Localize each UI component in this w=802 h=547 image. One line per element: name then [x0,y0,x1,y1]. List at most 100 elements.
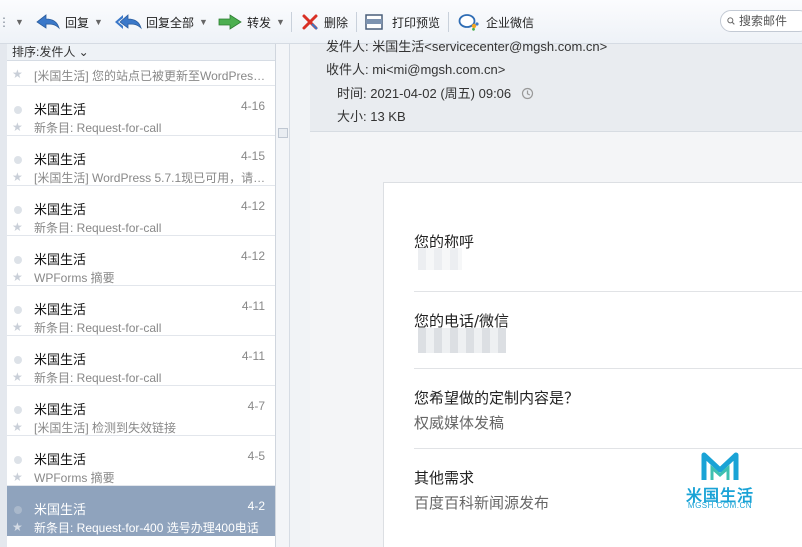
star-icon[interactable]: ★ [12,371,23,383]
wecom-icon [458,14,479,31]
pane-splitter[interactable] [276,44,290,547]
unread-dot [14,306,22,314]
mail-subject: [米国生活] 您的站点已被更新至WordPress ... [34,69,270,83]
mail-subject: 新条目: Request-for-call [34,221,162,235]
star-icon[interactable]: ★ [12,271,23,283]
toolbar-divider [356,12,357,32]
print-preview-button[interactable]: 打印预览 [364,12,440,32]
other-needs-value: 百度百科新闻源发布 [414,494,550,512]
mail-subject: 新条目: Request-for-call [34,371,162,385]
list-item[interactable]: 米国生活 4-16 ★ 新条目: Request-for-call [7,86,275,136]
search-icon [727,17,735,25]
search-box[interactable] [720,10,802,32]
unread-dot [14,406,22,414]
mail-date: 4-11 [241,349,265,363]
from-line: 发件人: 米国生活<servicecenter@mgsh.com.cn> [326,39,608,54]
delete-button[interactable]: 删除 [300,12,348,32]
list-left-edge [0,44,7,547]
unread-dot [14,356,22,364]
chevron-down-icon: ▼ [94,17,103,27]
reply-all-label: 回复全部 [146,15,195,30]
mail-subject: 新条目: Request-for-call [34,321,162,335]
star-icon[interactable]: ★ [12,421,23,433]
mail-list: 排序:发件人 ⌄ ★ [米国生活] 您的站点已被更新至WordPress ...… [0,44,276,547]
mail-subject: WPForms 摘要 [34,471,115,485]
reply-icon [36,14,60,30]
forward-arrow-icon [218,14,242,30]
print-icon [365,14,383,30]
toolbar-divider [291,12,292,32]
mail-date: 4-7 [247,399,265,413]
dots-icon: ⋮ [0,15,10,29]
custom-content-value: 权威媒体发稿 [414,414,505,432]
unread-dot [14,256,22,264]
divider [414,291,802,292]
reply-all-button[interactable]: 回复全部 ▼ [114,12,208,32]
list-item[interactable]: 米国生活 4-12 ★ 新条目: Request-for-call [7,186,275,236]
unread-dot [14,106,22,114]
mail-date: 4-5 [247,449,265,463]
star-icon[interactable]: ★ [12,171,23,183]
to-line: 收件人: mi<mi@mgsh.com.cn> [326,62,506,77]
unread-dot [14,156,22,164]
toolbar-overflow-button[interactable]: ⋮ ▼ [0,12,24,32]
mail-date: 4-12 [240,199,265,213]
forward-button[interactable]: 转发 ▼ [218,12,285,32]
list-item[interactable]: ★ [米国生活] 您的站点已被更新至WordPress ... [7,61,275,86]
message-header: 发件人: 米国生活<servicecenter@mgsh.com.cn> 收件人… [310,39,802,132]
print-preview-label: 打印预览 [392,15,441,30]
history-clock-icon[interactable] [521,87,534,100]
wecom-button[interactable]: 企业微信 [458,12,534,32]
reply-button[interactable]: 回复 ▼ [36,12,103,32]
star-icon[interactable]: ★ [12,521,23,533]
search-input[interactable] [739,14,802,28]
sort-dropdown[interactable]: 排序:发件人 ⌄ [7,44,275,61]
list-item[interactable]: 米国生活 4-5 ★ WPForms 摘要 [7,436,275,486]
list-item[interactable]: 米国生活 4-7 ★ [米国生活] 检测到失效链接 [7,386,275,436]
mail-subject: [米国生活] WordPress 5.7.1现已可用，请更... [34,171,270,185]
mail-sender: 米国生活 [34,502,87,517]
mail-subject: WPForms 摘要 [34,271,115,285]
divider [414,368,802,369]
chevron-down-icon: ▼ [199,17,208,27]
size-line: 大小: 13 KB [337,109,406,124]
toolbar-divider [448,12,449,32]
star-icon[interactable]: ★ [12,321,23,333]
other-needs-label: 其他需求 [414,469,475,487]
list-item[interactable]: 米国生活 4-12 ★ WPForms 摘要 [7,236,275,286]
watermark-domain: MGSH.COM.CN [687,501,753,510]
chevron-down-icon: ▼ [276,17,285,27]
star-icon[interactable]: ★ [12,68,23,80]
mail-subject: [米国生活] 检测到失效链接 [34,421,177,435]
mail-subject: 新条目: Request-for-call [34,121,162,135]
mail-sender: 米国生活 [34,252,87,267]
delete-x-icon [302,14,318,30]
mail-date: 4-2 [247,499,265,513]
watermark-logo: 米国生活 MGSH.COM.CN [675,452,765,512]
mail-sender: 米国生活 [34,352,87,367]
delete-label: 删除 [324,15,349,30]
list-item-selected[interactable]: 米国生活 4-2 ★ 新条目: Request-for-400 选号办理400电… [7,486,275,536]
star-icon[interactable]: ★ [12,471,23,483]
mail-date: 4-11 [241,299,265,313]
star-icon[interactable]: ★ [12,221,23,233]
star-icon[interactable]: ★ [12,121,23,133]
list-item[interactable]: 米国生活 4-11 ★ 新条目: Request-for-call [7,286,275,336]
wecom-label: 企业微信 [486,15,535,30]
reply-label: 回复 [65,15,90,30]
time-line: 时间: 2021-04-02 (周五) 09:06 [337,83,534,102]
splitter-grip-handle[interactable] [278,128,288,138]
mail-subject: 新条目: Request-for-400 选号办理400电话 [34,521,259,535]
mail-sender: 米国生活 [34,202,87,217]
mail-sender: 米国生活 [34,452,87,467]
mail-sender: 米国生活 [34,102,87,117]
divider [414,448,802,449]
list-item[interactable]: 米国生活 4-15 ★ [米国生活] WordPress 5.7.1现已可用，请… [7,136,275,186]
time-text: 时间: 2021-04-02 (周五) 09:06 [337,86,512,101]
mail-sender: 米国生活 [34,302,87,317]
unread-dot [14,506,22,514]
unread-dot [14,456,22,464]
mail-date: 4-16 [240,99,265,113]
list-item[interactable]: 米国生活 4-11 ★ 新条目: Request-for-call [7,336,275,386]
mail-sender: 米国生活 [34,402,87,417]
